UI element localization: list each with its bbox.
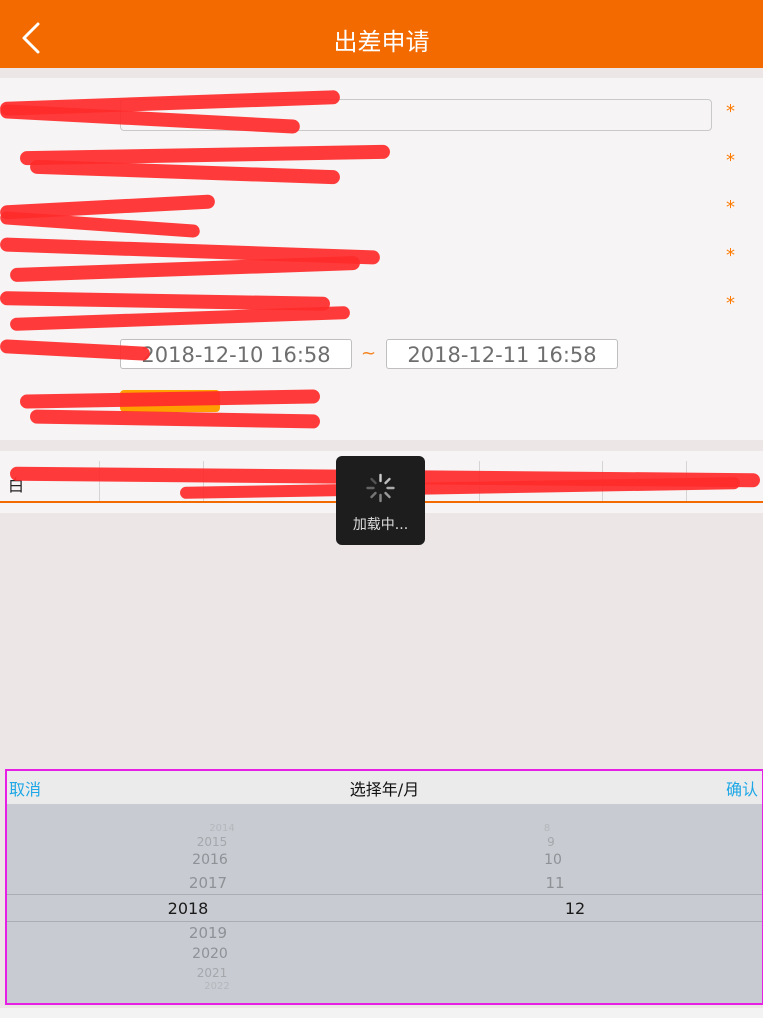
picker-title: 选择年/月 [349,780,420,799]
loading-toast: 加载中... [336,456,425,545]
bottom-bar [0,1008,763,1018]
picker-toolbar: 取消 选择年/月 确认 [7,771,762,804]
year-option[interactable]: 2021 [162,966,262,980]
form-card [0,78,763,440]
year-option[interactable]: 2015 [162,835,262,849]
selected-year[interactable]: 2018 [138,899,238,918]
year-option[interactable]: 2020 [160,946,260,962]
month-option[interactable]: 9 [526,835,576,849]
month-option[interactable]: 11 [530,874,580,892]
spinner-icon [366,473,395,503]
end-date-field[interactable]: 2018-12-11 16:58 [386,339,618,369]
selection-line [7,894,762,895]
status-bar [0,0,763,8]
confirm-button[interactable]: 确认 [726,776,758,800]
year-option[interactable]: 2014 [172,823,272,834]
required-mark: * [726,197,735,218]
required-mark: * [726,245,735,266]
year-option[interactable]: 2019 [158,924,258,942]
month-option[interactable]: 8 [522,823,572,834]
year-month-picker: 取消 选择年/月 确认 2014 2015 2016 2017 2018 201… [5,769,763,1005]
required-mark: * [726,101,735,122]
required-mark: * [726,150,735,171]
start-date-field[interactable]: 2018-12-10 16:58 [120,339,352,369]
selected-month[interactable]: 12 [550,899,600,918]
year-option[interactable]: 2016 [160,852,260,868]
nav-bar: 出差申请 [0,8,763,68]
year-option[interactable]: 2022 [167,981,267,992]
required-mark: * [726,293,735,314]
selection-line [7,921,762,922]
page-title: 出差申请 [333,28,430,56]
loading-text: 加载中... [352,517,409,533]
date-separator: ~ [361,343,377,364]
year-option[interactable]: 2017 [158,874,258,892]
month-option[interactable]: 10 [528,852,578,868]
picker-wheel[interactable]: 2014 2015 2016 2017 2018 2019 2020 2021 … [7,804,762,1003]
